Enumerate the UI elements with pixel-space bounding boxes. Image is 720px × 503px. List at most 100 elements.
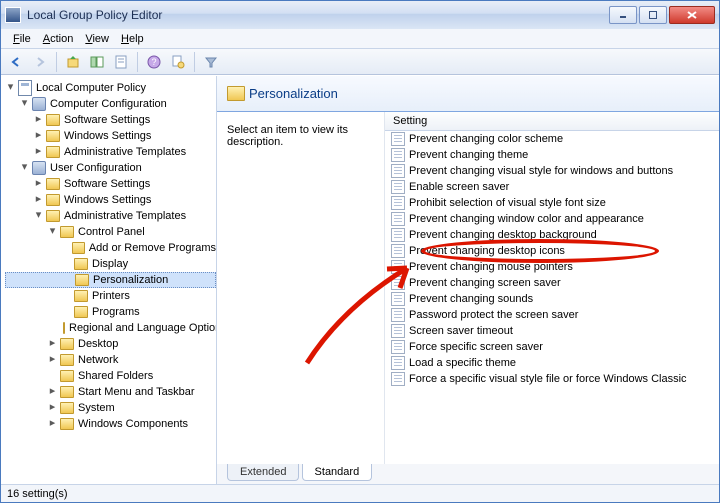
forward-button[interactable] [29,51,51,73]
separator-icon [56,52,57,72]
view-tabs: Extended Standard [217,464,719,484]
expand-collapse-icon[interactable] [33,211,44,222]
toolbar: ? [1,49,719,75]
tree-item[interactable]: Administrative Templates [5,208,216,224]
filter-button[interactable] [200,51,222,73]
expand-expand-icon[interactable] [47,403,58,414]
tree-item[interactable]: Control Panel [5,224,216,240]
tab-standard[interactable]: Standard [302,464,373,481]
minimize-button[interactable] [609,6,637,24]
tree-item[interactable]: Printers [5,288,216,304]
help-button[interactable]: ? [143,51,165,73]
folder-icon [74,258,88,270]
setting-item[interactable]: Prevent changing color scheme [385,131,719,147]
tree-item[interactable]: Start Menu and Taskbar [5,384,216,400]
setting-item[interactable]: Prevent changing desktop icons [385,243,719,259]
tree-item-label: Computer Configuration [50,98,167,110]
tree-item[interactable]: Windows Components [5,416,216,432]
tree-pane[interactable]: Local Computer Policy Computer Configurat… [1,76,217,484]
tree-item[interactable]: Computer Configuration [5,96,216,112]
expand-expand-icon[interactable] [33,131,44,142]
menu-action[interactable]: Action [37,31,80,47]
menu-file[interactable]: File [7,31,37,47]
tree-item[interactable]: Add or Remove Programs [5,240,216,256]
tree-item[interactable]: System [5,400,216,416]
tree-item-label: Software Settings [64,178,150,190]
setting-item[interactable]: Password protect the screen saver [385,307,719,323]
export-button[interactable] [167,51,189,73]
setting-label: Prevent changing screen saver [409,277,561,289]
back-button[interactable] [5,51,27,73]
setting-label: Screen saver timeout [409,325,513,337]
tree-item[interactable]: Network [5,352,216,368]
setting-item[interactable]: Prevent changing screen saver [385,275,719,291]
policy-icon [391,196,405,210]
tree-item[interactable]: Software Settings [5,176,216,192]
tree-item-label: Software Settings [64,114,150,126]
tree-item[interactable]: Display [5,256,216,272]
setting-label: Password protect the screen saver [409,309,578,321]
tree-item-label: Start Menu and Taskbar [78,386,195,398]
menu-view[interactable]: View [79,31,115,47]
setting-item[interactable]: Prevent changing visual style for window… [385,163,719,179]
show-hide-tree-button[interactable] [86,51,108,73]
tree-item[interactable]: Desktop [5,336,216,352]
tree-item[interactable]: Windows Settings [5,192,216,208]
tree-item[interactable]: Programs [5,304,216,320]
setting-item[interactable]: Screen saver timeout [385,323,719,339]
tree-item-label: Windows Settings [64,130,151,142]
settings-list[interactable]: Setting Prevent changing color scheme Pre… [385,112,719,464]
folder-icon [74,290,88,302]
separator-icon [194,52,195,72]
expand-collapse-icon[interactable] [19,99,30,110]
tree-item[interactable]: Personalization [5,272,216,288]
tree-item[interactable]: User Configuration [5,160,216,176]
tree-item-label: Add or Remove Programs [89,242,216,254]
tab-extended[interactable]: Extended [227,464,299,481]
tree-item[interactable]: Administrative Templates [5,144,216,160]
setting-label: Prevent changing theme [409,149,528,161]
expand-expand-icon[interactable] [47,387,58,398]
setting-item[interactable]: Prevent changing window color and appear… [385,211,719,227]
menu-help[interactable]: Help [115,31,150,47]
setting-item[interactable]: Force a specific visual style file or fo… [385,371,719,387]
tree-item[interactable]: Software Settings [5,112,216,128]
tree-spacer [62,275,73,286]
setting-item[interactable]: Force specific screen saver [385,339,719,355]
column-header-setting[interactable]: Setting [385,112,719,131]
setting-item[interactable]: Load a specific theme [385,355,719,371]
tree-item[interactable]: Windows Settings [5,128,216,144]
tree-item[interactable]: Shared Folders [5,368,216,384]
expand-expand-icon[interactable] [33,115,44,126]
config-icon [32,161,46,175]
tree-item-label: Windows Components [78,418,188,430]
tree-item[interactable]: Regional and Language Options [5,320,216,336]
properties-button[interactable] [110,51,132,73]
expand-collapse-icon[interactable] [19,163,30,174]
expand-expand-icon[interactable] [33,147,44,158]
expand-collapse-icon[interactable] [47,227,58,238]
setting-item[interactable]: Prevent changing theme [385,147,719,163]
expand-expand-icon[interactable] [33,195,44,206]
setting-item[interactable]: Prevent changing desktop background [385,227,719,243]
expand-expand-icon[interactable] [47,355,58,366]
setting-item[interactable]: Prevent changing sounds [385,291,719,307]
setting-item[interactable]: Prevent changing mouse pointers [385,259,719,275]
titlebar[interactable]: Local Group Policy Editor [1,1,719,29]
maximize-button[interactable] [639,6,667,24]
expand-expand-icon[interactable] [47,419,58,430]
expand-expand-icon[interactable] [47,339,58,350]
expand-collapse-icon[interactable] [5,83,16,94]
tree-spacer [61,307,72,318]
up-button[interactable] [62,51,84,73]
window-title: Local Group Policy Editor [27,8,607,22]
tree-item[interactable]: Local Computer Policy [5,80,216,96]
tree-item-label: Programs [92,306,140,318]
close-button[interactable] [669,6,715,24]
setting-item[interactable]: Prohibit selection of visual style font … [385,195,719,211]
policy-icon [391,340,405,354]
setting-item[interactable]: Enable screen saver [385,179,719,195]
expand-expand-icon[interactable] [33,179,44,190]
policy-icon [391,260,405,274]
folder-icon [60,402,74,414]
